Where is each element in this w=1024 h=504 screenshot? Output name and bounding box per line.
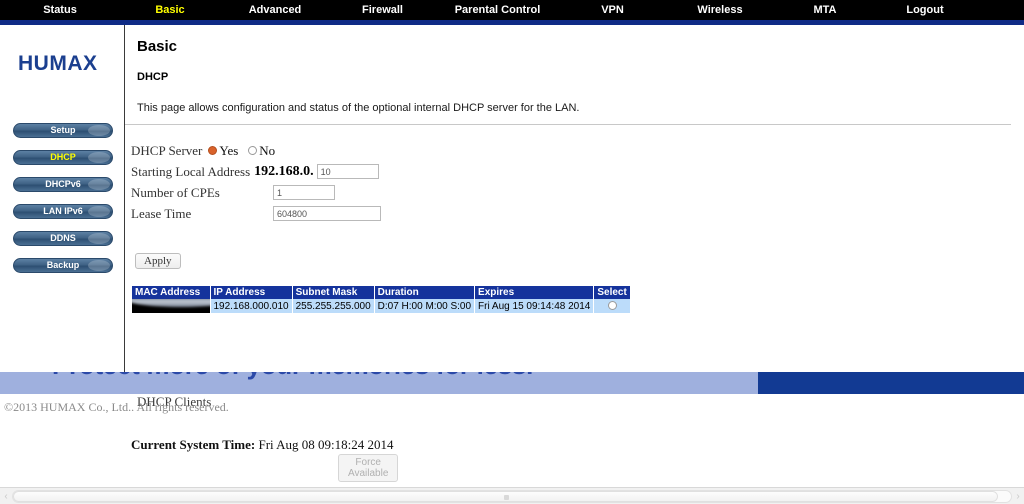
content-divider <box>125 124 1011 125</box>
dhcp-server-no-label[interactable]: No <box>259 143 275 159</box>
nav-item-mta[interactable]: MTA <box>775 4 875 16</box>
scrollbar-thumb[interactable] <box>13 491 998 502</box>
starting-address-row: Starting Local Address 192.168.0. <box>131 161 381 182</box>
horizontal-scrollbar[interactable]: ‹ › <box>0 487 1024 504</box>
table-header-row: MAC Address IP Address Subnet Mask Durat… <box>132 286 631 299</box>
number-of-cpes-input[interactable] <box>273 185 335 200</box>
sidebar-item-dhcp[interactable]: DHCP <box>13 150 113 165</box>
nav-item-basic[interactable]: Basic <box>120 4 220 16</box>
force-available-button[interactable]: Force Available <box>338 454 399 482</box>
nav-item-logout[interactable]: Logout <box>875 4 975 16</box>
sidebar: HUMAX Setup DHCP DHCPv6 LAN IPv6 DDNS Ba… <box>0 28 124 385</box>
column-header-subnet-mask: Subnet Mask <box>292 286 375 299</box>
cell-select[interactable] <box>593 299 631 313</box>
column-header-mac-address: MAC Address <box>132 286 211 299</box>
lease-time-input[interactable] <box>273 206 381 221</box>
system-time-value: Fri Aug 08 09:18:24 2014 <box>258 437 394 452</box>
page-description: This page allows configuration and statu… <box>137 102 580 114</box>
top-navigation-bar: Status Basic Advanced Firewall Parental … <box>0 0 1024 20</box>
sidebar-item-dhcpv6[interactable]: DHCPv6 <box>13 177 113 192</box>
sidebar-item-lan-ipv6[interactable]: LAN IPv6 <box>13 204 113 219</box>
nav-item-vpn[interactable]: VPN <box>560 4 665 16</box>
dhcp-settings-form: DHCP Server Yes No Starting Local Addres… <box>131 140 631 482</box>
system-time-label: Current System Time: <box>131 437 256 452</box>
column-header-select: Select <box>593 286 631 299</box>
table-row[interactable]: 192.168.000.010 255.255.255.000 D:07 H:0… <box>132 299 631 313</box>
dhcp-server-row: DHCP Server Yes No <box>131 140 381 161</box>
cell-mac-address <box>132 299 211 313</box>
column-header-expires: Expires <box>474 286 595 299</box>
nav-item-advanced[interactable]: Advanced <box>220 4 330 16</box>
cell-ip-address: 192.168.000.010 <box>210 299 293 313</box>
sidebar-menu: Setup DHCP DHCPv6 LAN IPv6 DDNS Backup <box>13 123 113 285</box>
section-title: DHCP <box>137 71 169 83</box>
dhcp-server-yes-radio[interactable] <box>208 146 218 155</box>
dhcp-server-yes-label[interactable]: Yes <box>219 143 238 159</box>
starting-address-label: Starting Local Address <box>131 163 251 179</box>
page-title: Basic <box>137 38 178 55</box>
column-header-duration: Duration <box>374 286 476 299</box>
main-content: Basic DHCP This page allows configuratio… <box>125 28 1024 482</box>
sidebar-item-backup[interactable]: Backup <box>13 258 113 273</box>
number-of-cpes-label: Number of CPEs <box>131 184 220 200</box>
nav-item-status[interactable]: Status <box>0 4 120 16</box>
scroll-right-arrow-icon[interactable]: › <box>1013 491 1023 502</box>
lease-time-row: Lease Time <box>131 203 381 224</box>
number-of-cpes-row: Number of CPEs <box>131 182 381 203</box>
nav-item-parental-control[interactable]: Parental Control <box>435 4 560 16</box>
cell-expires: Fri Aug 15 09:14:48 2014 <box>474 299 595 313</box>
sidebar-item-ddns[interactable]: DDNS <box>13 231 113 246</box>
column-header-ip-address: IP Address <box>210 286 293 299</box>
starting-address-prefix: 192.168.0. <box>254 163 314 179</box>
cell-duration: D:07 H:00 M:00 S:00 <box>374 299 476 313</box>
banner-color-block <box>758 372 1024 394</box>
starting-address-input[interactable] <box>316 164 379 179</box>
nav-item-firewall[interactable]: Firewall <box>330 4 435 16</box>
lease-time-label: Lease Time <box>131 205 192 221</box>
promotional-banner[interactable]: Protect more of your memories for less. <box>0 372 1024 394</box>
nav-item-wireless[interactable]: Wireless <box>665 4 775 16</box>
dhcp-server-no-radio[interactable] <box>248 146 258 155</box>
row-select-radio[interactable] <box>607 301 617 311</box>
browser-page: Status Basic Advanced Firewall Parental … <box>0 0 1024 504</box>
banner-headline: Protect more of your memories for less. <box>52 372 533 381</box>
copyright-notice: ©2013 HUMAX Co., Ltd.. All rights reserv… <box>4 400 229 414</box>
dhcp-server-label: DHCP Server <box>131 142 203 158</box>
humax-logo: HUMAX <box>18 52 98 75</box>
cell-subnet-mask: 255.255.255.000 <box>292 299 375 313</box>
current-system-time: Current System Time: Fri Aug 08 09:18:24… <box>131 437 394 453</box>
sidebar-item-setup[interactable]: Setup <box>13 123 113 138</box>
scroll-left-arrow-icon[interactable]: ‹ <box>1 491 11 502</box>
apply-button[interactable]: Apply <box>135 253 181 269</box>
dhcp-clients-table: MAC Address IP Address Subnet Mask Durat… <box>132 286 631 313</box>
